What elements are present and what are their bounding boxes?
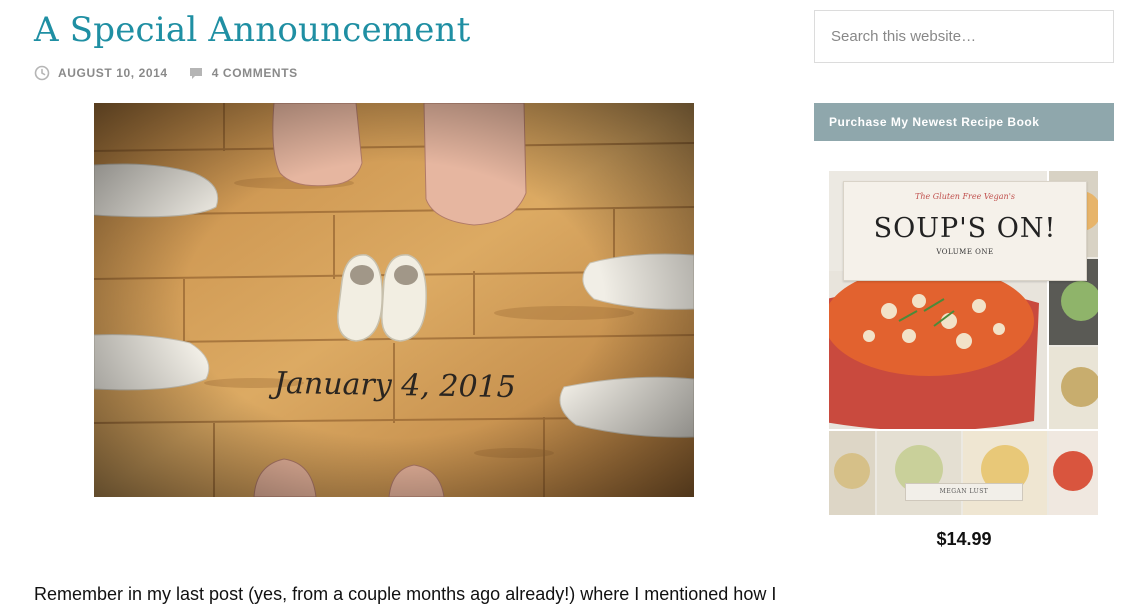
book-label: The Gluten Free Vegan's SOUP'S ON! VOLUM… bbox=[843, 181, 1087, 281]
search-form bbox=[814, 10, 1114, 63]
book-cover[interactable]: The Gluten Free Vegan's SOUP'S ON! VOLUM… bbox=[829, 171, 1098, 515]
book-author: MEGAN LUST bbox=[905, 483, 1023, 501]
book-title: SOUP'S ON! bbox=[873, 213, 1057, 244]
photo-scene bbox=[94, 103, 694, 497]
post-date-text: AUGUST 10, 2014 bbox=[58, 66, 168, 80]
widget-title: Purchase My Newest Recipe Book bbox=[814, 103, 1114, 141]
comments-link[interactable]: 4 COMMENTS bbox=[212, 66, 298, 80]
comment-bubble-icon bbox=[188, 65, 204, 81]
post-body: Remember in my last post (yes, from a co… bbox=[34, 584, 777, 604]
clock-icon bbox=[34, 65, 50, 81]
photo-date-caption: January 4, 2015 bbox=[273, 365, 517, 406]
post-meta: AUGUST 10, 2014 4 COMMENTS bbox=[34, 64, 318, 82]
book-volume: VOLUME ONE bbox=[936, 248, 994, 256]
post-comments[interactable]: 4 COMMENTS bbox=[188, 65, 298, 81]
announcement-photo: January 4, 2015 bbox=[94, 103, 694, 497]
book-subtitle: The Gluten Free Vegan's bbox=[914, 192, 1016, 201]
post-title[interactable]: A Special Announcement bbox=[34, 10, 471, 50]
search-input[interactable] bbox=[815, 11, 1091, 62]
post-date: AUGUST 10, 2014 bbox=[34, 65, 168, 81]
book-price: $14.99 bbox=[936, 529, 992, 549]
